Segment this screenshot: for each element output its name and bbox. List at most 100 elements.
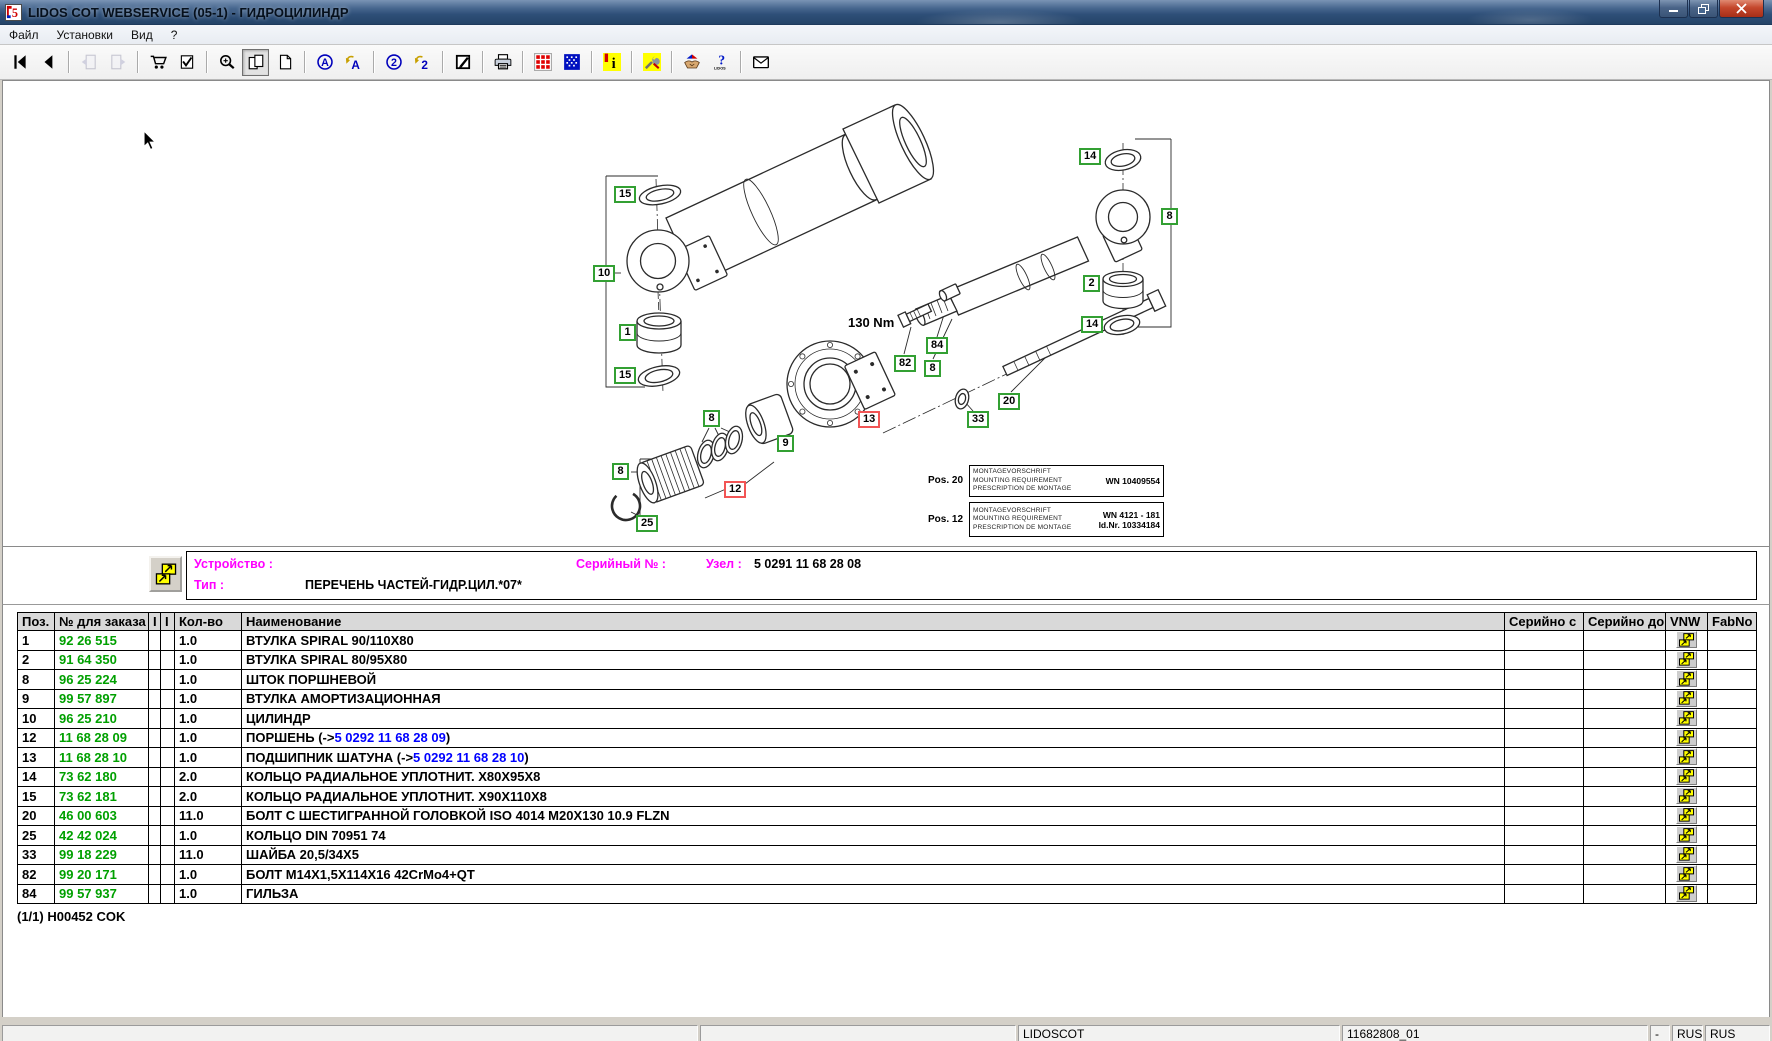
scale-2x-icon: 2: [385, 53, 403, 71]
cell-qty: 11.0: [175, 845, 242, 865]
close-button[interactable]: [1719, 0, 1764, 18]
vnw-link-button[interactable]: [1676, 709, 1697, 726]
notes-icon: [454, 53, 472, 71]
vnw-link-button[interactable]: [1676, 826, 1697, 843]
tools-button[interactable]: [638, 49, 665, 76]
cell-flag-2: [161, 865, 175, 885]
cell-name: ШАЙБА 20,5/34X5: [242, 845, 1505, 865]
text-zoom-reset-button[interactable]: A: [340, 49, 367, 76]
vnw-link-button[interactable]: [1676, 729, 1697, 746]
vnw-link-button[interactable]: [1676, 846, 1697, 863]
status-panel-5: -: [1650, 1025, 1670, 1041]
cell-flag-2: [161, 748, 175, 768]
callout-14: 14: [1081, 316, 1103, 333]
nav-back-button[interactable]: [35, 49, 62, 76]
vnw-link-button[interactable]: [1676, 768, 1697, 785]
page-overview-button[interactable]: [242, 49, 269, 76]
grid-blue-button[interactable]: [558, 49, 585, 76]
cell-serial-to: [1584, 670, 1666, 690]
menu-item-3[interactable]: Вид: [122, 26, 162, 44]
header-info-box: Устройство : Серийный № : Узел : 5 0291 …: [186, 551, 1757, 600]
table-row: 1211 68 28 091.0ПОРШЕНЬ (->5 0292 11 68 …: [18, 728, 1757, 748]
status-panel-7: RUS: [1705, 1025, 1770, 1041]
menu-item-4[interactable]: ?: [162, 26, 187, 44]
status-bar: LIDOSCOT11682808_01-RUSRUS: [0, 1024, 1772, 1041]
cell-vnw: [1666, 748, 1708, 768]
vnw-link-button[interactable]: [1676, 651, 1697, 668]
zoom-button[interactable]: [213, 49, 240, 76]
scale-2x-reset-button[interactable]: 2: [409, 49, 436, 76]
text-zoom-button[interactable]: A: [311, 49, 338, 76]
page-single-button[interactable]: [271, 49, 298, 76]
column-header-2: № для заказа: [55, 613, 149, 631]
cell-name: ШТОК ПОРШНЕВОЙ: [242, 670, 1505, 690]
callout-20: 20: [998, 393, 1020, 410]
detail-link-button[interactable]: [149, 556, 182, 592]
vnw-link-button[interactable]: [1676, 865, 1697, 882]
handshake-button[interactable]: [678, 49, 705, 76]
node-value: 5 0291 11 68 28 08: [754, 557, 861, 571]
cell-fabno: [1708, 631, 1757, 651]
mail-icon: [752, 53, 770, 71]
column-header-9: VNW: [1666, 613, 1708, 631]
cell-order-no: 99 57 897: [55, 689, 149, 709]
cell-order-no: 92 26 515: [55, 631, 149, 651]
nav-first-button[interactable]: [6, 49, 33, 76]
menu-item-1[interactable]: Файл: [0, 26, 48, 44]
print-button[interactable]: [489, 49, 516, 76]
cell-serial-to: [1584, 650, 1666, 670]
vnw-link-button[interactable]: [1676, 631, 1697, 648]
cell-serial-to: [1584, 787, 1666, 807]
cell-order-no: 99 18 229: [55, 845, 149, 865]
cell-pos: 82: [18, 865, 55, 885]
vnw-link-button[interactable]: [1676, 807, 1697, 824]
svg-text:?: ?: [718, 53, 725, 67]
cell-flag-1: [149, 709, 161, 729]
cell-fabno: [1708, 826, 1757, 846]
scale-2x-button[interactable]: 2: [380, 49, 407, 76]
cell-vnw: [1666, 728, 1708, 748]
cell-serial-to: [1584, 806, 1666, 826]
vnw-link-button[interactable]: [1676, 885, 1697, 902]
cell-name: ПОРШЕНЬ (->5 0292 11 68 28 09): [242, 728, 1505, 748]
menu-item-2[interactable]: Установки: [48, 26, 122, 44]
cell-pos: 33: [18, 845, 55, 865]
restore-button[interactable]: [1689, 0, 1718, 18]
grid-red-button[interactable]: [529, 49, 556, 76]
cell-qty: 1.0: [175, 650, 242, 670]
svg-text:2: 2: [421, 58, 428, 71]
column-header-10: FabNo: [1708, 613, 1757, 631]
cell-flag-1: [149, 670, 161, 690]
mail-button[interactable]: [747, 49, 774, 76]
svg-text:A: A: [351, 58, 360, 71]
part-link[interactable]: 5 0292 11 68 28 09: [334, 730, 445, 745]
cart-icon: [149, 53, 167, 71]
callout-25: 25: [636, 515, 658, 532]
toolbar-separator: [373, 51, 374, 73]
info-button[interactable]: i: [598, 49, 625, 76]
vnw-link-button[interactable]: [1676, 690, 1697, 707]
cart-button[interactable]: [144, 49, 171, 76]
minimize-button[interactable]: [1659, 0, 1688, 18]
cell-serial-from: [1505, 865, 1584, 885]
cell-pos: 84: [18, 884, 55, 904]
lidos-help-button[interactable]: ?LIDOS: [707, 49, 734, 76]
table-header-row: Поз.№ для заказаIIКол-воНаименованиеСери…: [18, 613, 1757, 631]
doc-back-button[interactable]: [75, 49, 102, 76]
cell-order-no: 73 62 181: [55, 787, 149, 807]
cell-order-no: 91 64 350: [55, 650, 149, 670]
cell-pos: 25: [18, 826, 55, 846]
vnw-link-button[interactable]: [1676, 787, 1697, 804]
cell-serial-to: [1584, 709, 1666, 729]
cell-serial-to: [1584, 826, 1666, 846]
doc-check-button[interactable]: [173, 49, 200, 76]
doc-forward-button[interactable]: [104, 49, 131, 76]
cell-vnw: [1666, 884, 1708, 904]
notes-button[interactable]: [449, 49, 476, 76]
vnw-link-button[interactable]: [1676, 670, 1697, 687]
vnw-link-button[interactable]: [1676, 748, 1697, 765]
svg-text:5: 5: [12, 6, 18, 20]
toolbar-separator: [631, 51, 632, 73]
callout-2: 2: [1083, 275, 1100, 292]
part-link[interactable]: 5 0292 11 68 28 10: [413, 750, 524, 765]
